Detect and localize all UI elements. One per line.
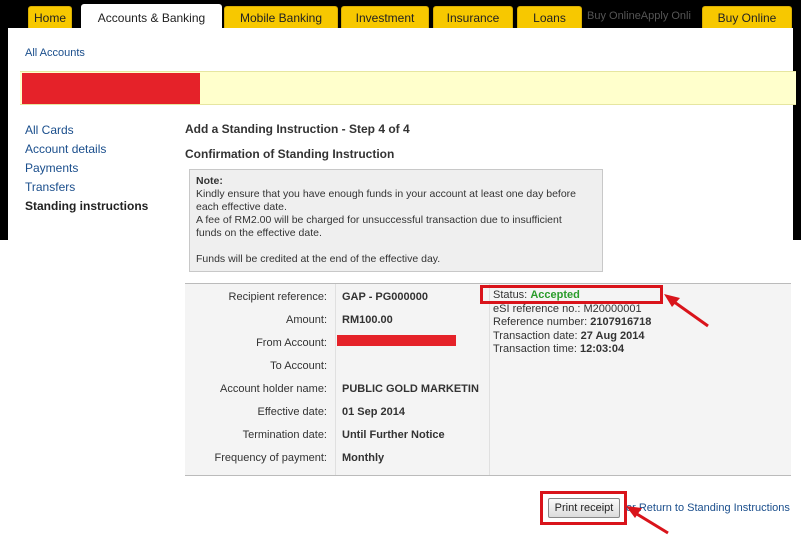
tab-investment[interactable]: Investment bbox=[341, 6, 429, 28]
status-highlight-box bbox=[480, 285, 663, 304]
all-accounts-link[interactable]: All Accounts bbox=[25, 47, 85, 59]
note-title: Note: bbox=[196, 175, 223, 187]
detail-label: Termination date: bbox=[242, 429, 327, 441]
detail-value: PUBLIC GOLD MARKETIN bbox=[342, 383, 479, 395]
detail-row-effective-date: Effective date: 01 Sep 2014 bbox=[185, 406, 485, 422]
tab-accounts-banking[interactable]: Accounts & Banking bbox=[81, 4, 222, 30]
sidebar-item-all-cards[interactable]: All Cards bbox=[25, 122, 148, 141]
right-frame-strip bbox=[793, 28, 801, 240]
detail-row-to-account: To Account: bbox=[185, 360, 485, 376]
note-line: each effective date. bbox=[196, 201, 287, 213]
detail-label: Amount: bbox=[286, 314, 327, 326]
detail-label: Account holder name: bbox=[219, 383, 327, 395]
detail-label: To Account: bbox=[270, 360, 327, 372]
sidebar-item-transfers[interactable]: Transfers bbox=[25, 179, 148, 198]
detail-value: Monthly bbox=[342, 452, 385, 464]
column-divider bbox=[489, 284, 490, 475]
detail-value: Until Further Notice bbox=[342, 429, 445, 441]
esi-reference: eSI reference no.: M20000001 bbox=[493, 302, 642, 315]
detail-value: 01 Sep 2014 bbox=[342, 406, 405, 418]
transaction-date-value: 27 Aug 2014 bbox=[580, 329, 645, 342]
sidebar-nav: All Cards Account details Payments Trans… bbox=[25, 122, 148, 217]
tab-loans[interactable]: Loans bbox=[517, 6, 582, 28]
detail-value: RM100.00 bbox=[342, 314, 393, 326]
note-line: Funds will be credited at the end of the… bbox=[196, 253, 441, 265]
detail-row-termination-date: Termination date: Until Further Notice bbox=[185, 429, 485, 445]
column-divider bbox=[335, 284, 336, 475]
print-highlight-box bbox=[540, 491, 627, 525]
page-title: Add a Standing Instruction - Step 4 of 4 bbox=[185, 122, 410, 136]
section-title: Confirmation of Standing Instruction bbox=[185, 147, 395, 161]
transaction-date-label: Transaction date: bbox=[493, 329, 578, 342]
detail-row-account-holder: Account holder name: PUBLIC GOLD MARKETI… bbox=[185, 383, 485, 399]
sidebar-item-standing-instructions[interactable]: Standing instructions bbox=[25, 198, 148, 217]
note-line: funds on the effective date. bbox=[196, 227, 322, 239]
tab-overflow-text: Buy OnlineApply Onli bbox=[587, 10, 691, 22]
sidebar-item-account-details[interactable]: Account details bbox=[25, 141, 148, 160]
transaction-time-value: 12:03:04 bbox=[580, 343, 625, 355]
detail-label: Recipient reference: bbox=[228, 291, 327, 303]
print-arrow-icon bbox=[626, 506, 669, 535]
tab-insurance[interactable]: Insurance bbox=[433, 6, 513, 28]
reference-number-label: Reference number: bbox=[493, 316, 588, 328]
tab-buy-online[interactable]: Buy Online bbox=[702, 6, 792, 28]
tab-mobile-banking[interactable]: Mobile Banking bbox=[224, 6, 338, 28]
detail-label: Frequency of payment: bbox=[214, 452, 327, 464]
status-arrow-icon bbox=[664, 294, 709, 328]
detail-value: GAP - PG000000 bbox=[342, 291, 429, 303]
detail-row-recipient-reference: Recipient reference: GAP - PG000000 bbox=[185, 291, 485, 307]
detail-row-frequency: Frequency of payment: Monthly bbox=[185, 452, 485, 468]
detail-row-amount: Amount: RM100.00 bbox=[185, 314, 485, 330]
redacted-from-account bbox=[337, 335, 456, 346]
note-box: Note: Kindly ensure that you have enough… bbox=[189, 169, 603, 272]
left-frame-strip bbox=[0, 28, 8, 240]
detail-label: Effective date: bbox=[257, 406, 327, 418]
reference-number-value: 2107916718 bbox=[590, 316, 652, 328]
note-line: A fee of RM2.00 will be charged for unsu… bbox=[196, 214, 562, 226]
detail-label: From Account: bbox=[256, 337, 327, 349]
sidebar-item-payments[interactable]: Payments bbox=[25, 160, 148, 179]
transaction-time-label: Transaction time: bbox=[493, 343, 577, 355]
redacted-account-info bbox=[22, 73, 200, 104]
tab-home[interactable]: Home bbox=[28, 6, 72, 28]
note-line: Kindly ensure that you have enough funds… bbox=[196, 188, 577, 200]
